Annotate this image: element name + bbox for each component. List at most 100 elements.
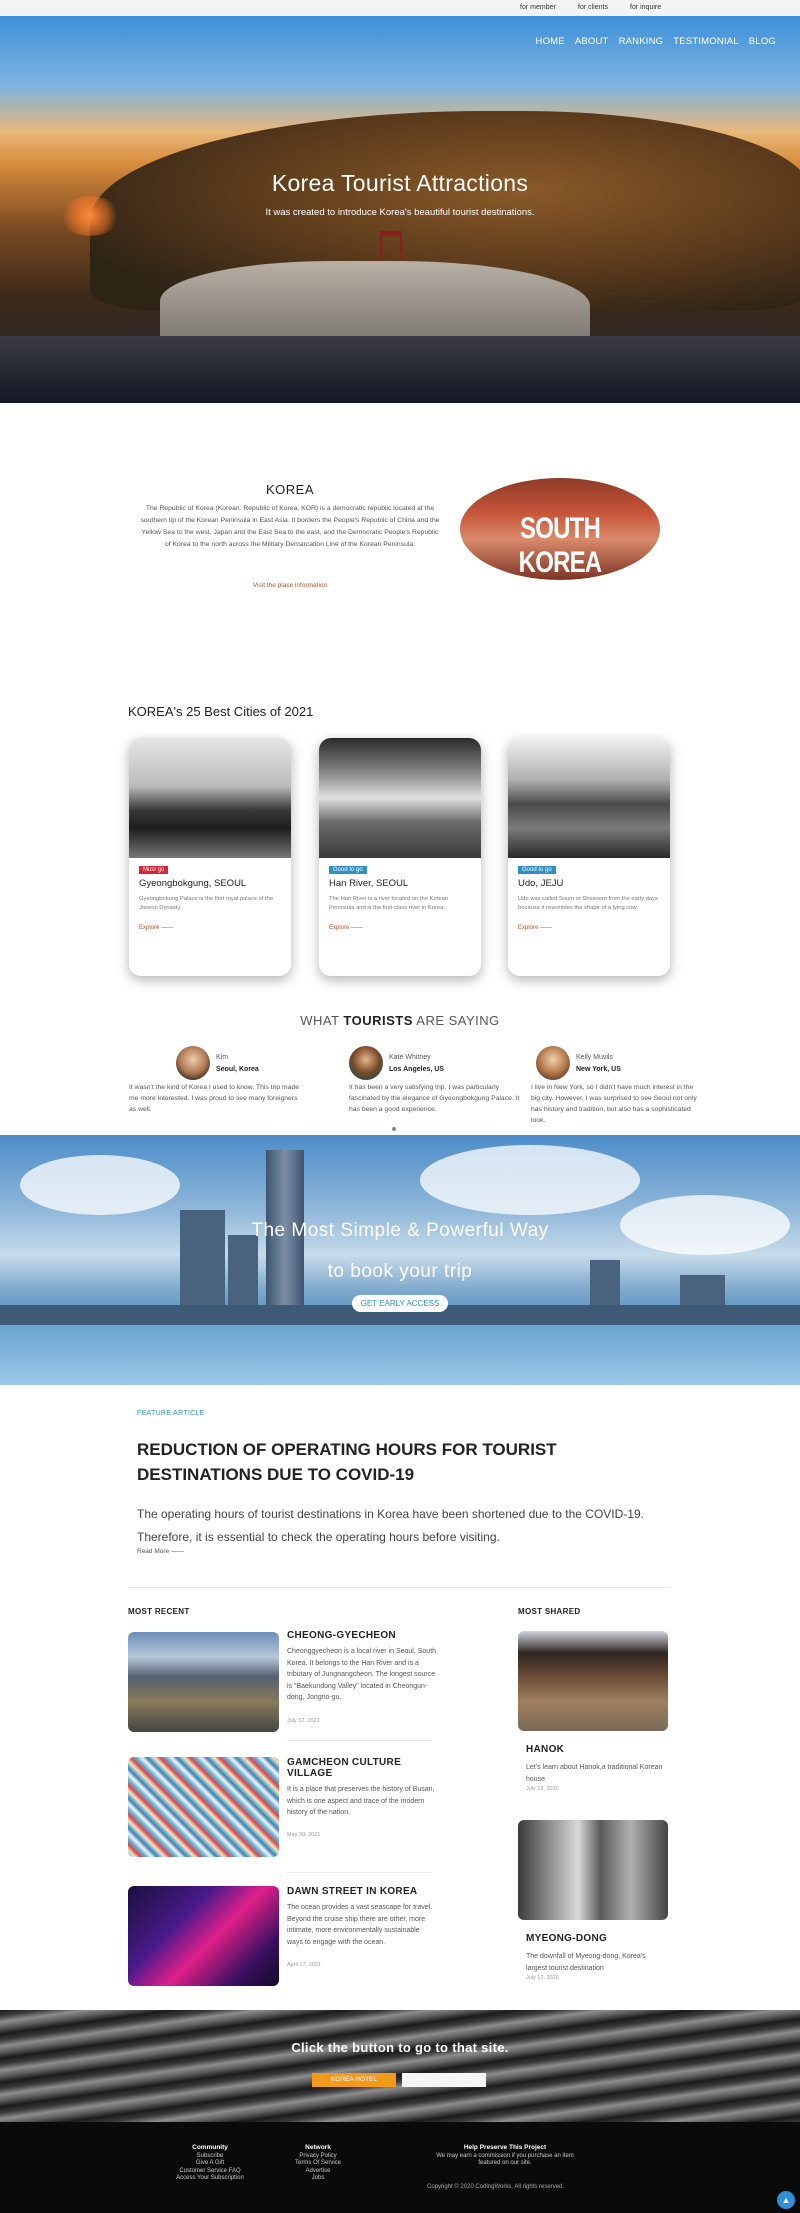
- shared-text: Let's learn about Hanok,a traditional Ko…: [526, 1764, 663, 1783]
- city-card[interactable]: Good to go Han River, SEOUL The Han Rive…: [319, 738, 481, 976]
- testimonial-location: New York, US: [576, 1066, 621, 1073]
- city-desc: Gyeongbokung Palace is the first royal p…: [139, 896, 274, 911]
- banner-line1: The Most Simple & Powerful Way: [251, 1220, 549, 1241]
- divider: [128, 1587, 670, 1588]
- city-image: [129, 738, 291, 858]
- testimonial-location: Seoul, Korea: [216, 1066, 259, 1073]
- testimonials-heading: WHAT TOURISTS ARE SAYING: [0, 1013, 800, 1028]
- most-shared-heading: MOST SHARED: [518, 1607, 581, 1616]
- cta-title: Click the button to go to that site.: [291, 2040, 509, 2055]
- shared-image[interactable]: [518, 1820, 668, 1920]
- city-tag: Good to go: [329, 866, 367, 874]
- testimonial-text: It has been a very satisfying trip. I wa…: [349, 1084, 520, 1113]
- footer-link[interactable]: Privacy Policy: [268, 2153, 368, 2161]
- footer-link[interactable]: Give A Gift: [160, 2160, 260, 2168]
- footer-link[interactable]: Customer Service FAQ: [160, 2168, 260, 2176]
- avatar: [176, 1046, 210, 1080]
- testimonial-name: Kim: [216, 1054, 229, 1061]
- footer-heading: Help Preserve This Project: [463, 2144, 547, 2151]
- recent-title[interactable]: GAMCHEON CULTURE VILLAGE: [287, 1757, 437, 1779]
- avatar: [536, 1046, 570, 1080]
- member-link[interactable]: for member: [520, 4, 556, 11]
- footer-link[interactable]: Jobs: [268, 2175, 368, 2183]
- recent-date: July 12, 2021: [287, 1718, 320, 1724]
- hero-subtitle: It was created to introduce Korea's beau…: [265, 207, 535, 218]
- south-korea-badge-text: SOUTH KOREA: [518, 512, 602, 579]
- shared-image[interactable]: [518, 1631, 668, 1731]
- carousel-dot[interactable]: [392, 1127, 396, 1131]
- cloud: [20, 1155, 180, 1215]
- recent-date: April 17, 2021: [287, 1962, 321, 1968]
- nav-ranking[interactable]: RANKING: [619, 36, 664, 47]
- recent-title[interactable]: DAWN STREET IN KOREA: [287, 1886, 437, 1897]
- footer-heading: Community: [192, 2144, 228, 2151]
- feature-label: FEATURE ARTICLE: [137, 1410, 205, 1417]
- footer-text: We may earn a commission if you purchase…: [436, 2152, 574, 2159]
- recent-image[interactable]: [128, 1886, 279, 1986]
- testimonials-heading-pre: WHAT: [300, 1013, 344, 1028]
- recent-image[interactable]: [128, 1757, 279, 1857]
- footer-community: Community Subscribe Give A Gift Customer…: [160, 2144, 260, 2183]
- feature-title[interactable]: REDUCTION OF OPERATING HOURS FOR TOURIST…: [137, 1437, 657, 1487]
- shared-title[interactable]: HANOK: [526, 1744, 564, 1755]
- river: [0, 1325, 800, 1385]
- korea-hotel-button[interactable]: KOREA HOTEL: [312, 2073, 396, 2087]
- divider: [287, 1872, 432, 1873]
- nav-home[interactable]: HOME: [536, 36, 565, 47]
- city-name: Han River, SEOUL: [329, 878, 409, 889]
- recent-text: It is a place that preserves the history…: [287, 1786, 435, 1816]
- shared-title[interactable]: MYEONG-DONG: [526, 1933, 607, 1944]
- secondary-button[interactable]: [402, 2073, 486, 2087]
- recent-date: May 30, 2021: [287, 1832, 321, 1838]
- city-image: [508, 738, 670, 858]
- city-name: Udo, JEJU: [518, 878, 564, 889]
- footer-link[interactable]: Terms Of Service: [268, 2160, 368, 2168]
- footer-link[interactable]: Access Your Subscription: [160, 2175, 260, 2183]
- korea-title: KOREA: [265, 482, 314, 497]
- main-nav: HOME ABOUT RANKING TESTIMONIAL BLOG: [536, 36, 776, 47]
- avatar: [349, 1046, 383, 1080]
- explore-link[interactable]: Explore ——: [329, 925, 363, 931]
- explore-link[interactable]: Explore ——: [139, 925, 173, 931]
- recent-title[interactable]: CHEONG-GYECHEON: [287, 1630, 437, 1641]
- city-card[interactable]: Good to go Udo, JEJU Udo was called Soum…: [508, 738, 670, 976]
- visit-place-link[interactable]: Visit the place information: [140, 582, 440, 589]
- read-more-link[interactable]: Read More ——: [137, 1548, 184, 1555]
- city-image: [319, 738, 481, 858]
- hero-pavilion: [380, 231, 402, 261]
- shared-date: July 12, 2020: [526, 1975, 559, 1981]
- most-recent-heading: MOST RECENT: [128, 1607, 190, 1616]
- hero-title: Korea Tourist Attractions: [271, 170, 529, 196]
- clients-link[interactable]: for clients: [578, 4, 608, 11]
- footer-link[interactable]: Subscribe: [160, 2153, 260, 2161]
- testimonial-text: I live in New York, so I didn't have muc…: [531, 1084, 697, 1124]
- feature-text: The operating hours of tourist destinati…: [137, 1507, 644, 1544]
- footer-text: featured on our site.: [478, 2160, 532, 2166]
- recent-text: The ocean provides a vast seascape for t…: [287, 1904, 433, 1946]
- nav-testimonial[interactable]: TESTIMONIAL: [673, 36, 739, 47]
- recent-image[interactable]: [128, 1632, 279, 1732]
- nav-blog[interactable]: BLOG: [749, 36, 776, 47]
- footer-help: Help Preserve This Project We may earn a…: [405, 2144, 605, 2168]
- banner-line2: to book your trip: [327, 1261, 473, 1282]
- korea-description: The Republic of Korea (Korean: Republic …: [140, 505, 440, 548]
- city-name: Gyeongbokgung, SEOUL: [139, 878, 247, 889]
- inquire-link[interactable]: for inquire: [630, 4, 661, 11]
- testimonial-name: Kate Whitney: [389, 1054, 431, 1061]
- divider: [287, 1740, 432, 1741]
- nav-about[interactable]: ABOUT: [575, 36, 609, 47]
- city-desc: Udo was called Soum or Sheesom from the …: [518, 896, 658, 911]
- south-korea-badge: SOUTH KOREA: [460, 478, 660, 580]
- hero-water: [0, 336, 800, 403]
- city-desc: The Han River is a river located on the …: [329, 896, 449, 911]
- explore-link[interactable]: Explore ——: [518, 925, 552, 931]
- footer-network: Network Privacy Policy Terms Of Service …: [268, 2144, 368, 2183]
- footer-link[interactable]: Advertise: [268, 2168, 368, 2176]
- city-card[interactable]: Must go Gyeongbokgung, SEOUL Gyeongbokun…: [129, 738, 291, 976]
- arrow-up-icon[interactable]: ▲: [777, 2191, 795, 2209]
- early-access-button[interactable]: GET EARLY ACCESS: [352, 1295, 448, 1312]
- cities-title: KOREA's 25 Best Cities of 2021: [128, 704, 314, 719]
- cta-section: [0, 2010, 800, 2122]
- testimonials-heading-post: ARE SAYING: [412, 1013, 500, 1028]
- testimonial-name: Kelly Muvils: [576, 1054, 613, 1061]
